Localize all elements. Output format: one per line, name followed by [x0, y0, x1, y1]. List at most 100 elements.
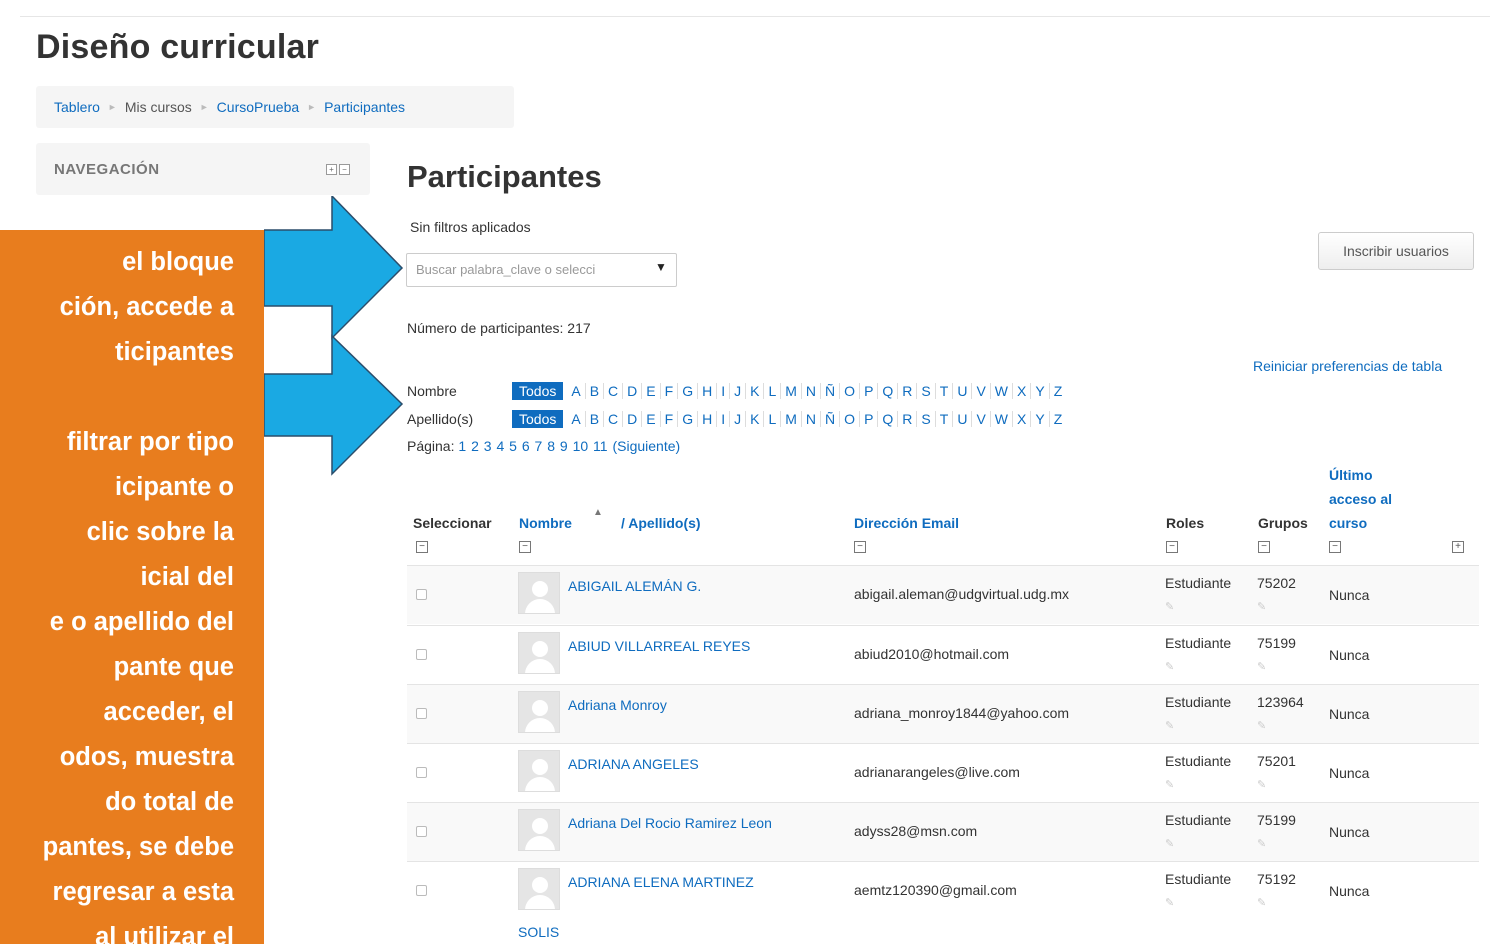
- initial-filter-letter[interactable]: T: [934, 383, 953, 399]
- edit-role-pencil-icon[interactable]: ✎: [1165, 837, 1174, 850]
- initial-filter-letter[interactable]: E: [641, 383, 659, 399]
- initial-filter-letter[interactable]: A: [567, 411, 584, 427]
- edit-group-pencil-icon[interactable]: ✎: [1257, 837, 1266, 850]
- breadcrumb-participants[interactable]: Participantes: [324, 99, 405, 115]
- initial-filter-letter[interactable]: G: [677, 411, 697, 427]
- last-name-all-filter[interactable]: Todos: [512, 410, 564, 428]
- initial-filter-letter[interactable]: V: [971, 383, 989, 399]
- pagination-page-link[interactable]: 9: [560, 438, 568, 454]
- dock-icon[interactable]: +: [326, 163, 337, 175]
- initial-filter-letter[interactable]: L: [763, 383, 780, 399]
- pagination-page-link[interactable]: 7: [535, 438, 543, 454]
- header-last-name[interactable]: / Apellido(s): [621, 511, 701, 535]
- initial-filter-letter[interactable]: Q: [877, 411, 897, 427]
- keyword-filter-select[interactable]: Buscar palabra_clave o selecci: [406, 253, 677, 287]
- initial-filter-letter[interactable]: S: [916, 411, 934, 427]
- participant-name-link[interactable]: Adriana Monroy: [568, 697, 667, 713]
- initial-filter-letter[interactable]: P: [859, 411, 877, 427]
- participant-name-link[interactable]: ADRIANA ANGELES: [568, 756, 699, 772]
- header-last-access[interactable]: Último acceso al curso: [1329, 463, 1392, 535]
- participant-name-link[interactable]: Adriana Del Rocio Ramirez Leon: [568, 815, 772, 831]
- expand-column-icon[interactable]: +: [1452, 541, 1464, 553]
- initial-filter-letter[interactable]: M: [780, 411, 801, 427]
- breadcrumb-my-courses[interactable]: Mis cursos: [125, 99, 192, 115]
- collapse-block-icon[interactable]: −: [339, 163, 350, 175]
- edit-role-pencil-icon[interactable]: ✎: [1165, 719, 1174, 732]
- initial-filter-letter[interactable]: W: [989, 411, 1012, 427]
- edit-group-pencil-icon[interactable]: ✎: [1257, 600, 1266, 613]
- reset-table-preferences-link[interactable]: Reiniciar preferencias de tabla: [1253, 358, 1442, 374]
- edit-group-pencil-icon[interactable]: ✎: [1257, 660, 1266, 673]
- pagination-next-link[interactable]: (Siguiente): [612, 438, 680, 454]
- initial-filter-letter[interactable]: J: [729, 383, 745, 399]
- breadcrumb-dashboard[interactable]: Tablero: [54, 99, 100, 115]
- initial-filter-letter[interactable]: K: [745, 411, 763, 427]
- initial-filter-letter[interactable]: I: [716, 383, 729, 399]
- edit-group-pencil-icon[interactable]: ✎: [1257, 719, 1266, 732]
- pagination-page-link[interactable]: 11: [593, 438, 608, 454]
- sort-by-last-name-link[interactable]: / Apellido(s): [621, 515, 701, 531]
- initial-filter-letter[interactable]: Z: [1048, 383, 1067, 399]
- initial-filter-letter[interactable]: G: [677, 383, 697, 399]
- breadcrumb-course[interactable]: CursoPrueba: [217, 99, 300, 115]
- initial-filter-letter[interactable]: P: [859, 383, 877, 399]
- pagination-page-link[interactable]: 4: [496, 438, 504, 454]
- header-first-name[interactable]: Nombre: [519, 511, 572, 535]
- caret-down-icon[interactable]: ▼: [655, 260, 667, 274]
- initial-filter-letter[interactable]: F: [659, 383, 678, 399]
- initial-filter-letter[interactable]: N: [800, 383, 820, 399]
- collapse-column-icon[interactable]: −: [854, 541, 866, 553]
- collapse-column-icon[interactable]: −: [1329, 541, 1341, 553]
- edit-role-pencil-icon[interactable]: ✎: [1165, 660, 1174, 673]
- initial-filter-letter[interactable]: E: [641, 411, 659, 427]
- initial-filter-letter[interactable]: V: [971, 411, 989, 427]
- initial-filter-letter[interactable]: D: [622, 383, 641, 399]
- initial-filter-letter[interactable]: N: [800, 411, 820, 427]
- initial-filter-letter[interactable]: C: [603, 383, 622, 399]
- pagination-page-link[interactable]: 2: [471, 438, 479, 454]
- initial-filter-letter[interactable]: M: [780, 383, 801, 399]
- initial-filter-letter[interactable]: R: [897, 383, 916, 399]
- initial-filter-letter[interactable]: U: [952, 383, 971, 399]
- avatar[interactable]: [518, 572, 560, 614]
- initial-filter-letter[interactable]: O: [839, 411, 859, 427]
- edit-role-pencil-icon[interactable]: ✎: [1165, 778, 1174, 791]
- avatar[interactable]: [518, 868, 560, 910]
- pagination-page-link[interactable]: 6: [522, 438, 530, 454]
- initial-filter-letter[interactable]: Y: [1030, 383, 1048, 399]
- initial-filter-letter[interactable]: X: [1012, 383, 1030, 399]
- participant-name-link[interactable]: ABIUD VILLARREAL REYES: [568, 638, 750, 654]
- collapse-column-icon[interactable]: −: [416, 541, 428, 553]
- participant-name-link-continued[interactable]: SOLIS: [518, 924, 559, 940]
- initial-filter-letter[interactable]: T: [934, 411, 953, 427]
- pagination-page-link[interactable]: 5: [509, 438, 517, 454]
- participant-name-link[interactable]: ADRIANA ELENA MARTINEZ: [568, 874, 754, 890]
- initial-filter-letter[interactable]: K: [745, 383, 763, 399]
- initial-filter-letter[interactable]: W: [989, 383, 1012, 399]
- initial-filter-letter[interactable]: Ñ: [820, 383, 839, 399]
- select-user-checkbox[interactable]: [416, 767, 427, 778]
- select-user-checkbox[interactable]: [416, 708, 427, 719]
- select-user-checkbox[interactable]: [416, 885, 427, 896]
- initial-filter-letter[interactable]: H: [697, 383, 716, 399]
- sort-by-last-access-link[interactable]: Último acceso al curso: [1329, 467, 1392, 531]
- edit-role-pencil-icon[interactable]: ✎: [1165, 896, 1174, 909]
- collapse-column-icon[interactable]: −: [519, 541, 531, 553]
- initial-filter-letter[interactable]: B: [584, 411, 603, 427]
- participant-name-link[interactable]: ABIGAIL ALEMÁN G.: [568, 578, 701, 594]
- collapse-column-icon[interactable]: −: [1258, 541, 1270, 553]
- initial-filter-letter[interactable]: F: [659, 411, 678, 427]
- initial-filter-letter[interactable]: L: [763, 411, 780, 427]
- initial-filter-letter[interactable]: X: [1012, 411, 1030, 427]
- pagination-page-link[interactable]: 8: [547, 438, 555, 454]
- select-user-checkbox[interactable]: [416, 826, 427, 837]
- avatar[interactable]: [518, 750, 560, 792]
- avatar[interactable]: [518, 809, 560, 851]
- initial-filter-letter[interactable]: R: [897, 411, 916, 427]
- initial-filter-letter[interactable]: I: [716, 411, 729, 427]
- initial-filter-letter[interactable]: Z: [1048, 411, 1067, 427]
- pagination-page-link[interactable]: 1: [458, 438, 466, 454]
- initial-filter-letter[interactable]: U: [952, 411, 971, 427]
- avatar[interactable]: [518, 632, 560, 674]
- first-name-all-filter[interactable]: Todos: [512, 382, 564, 400]
